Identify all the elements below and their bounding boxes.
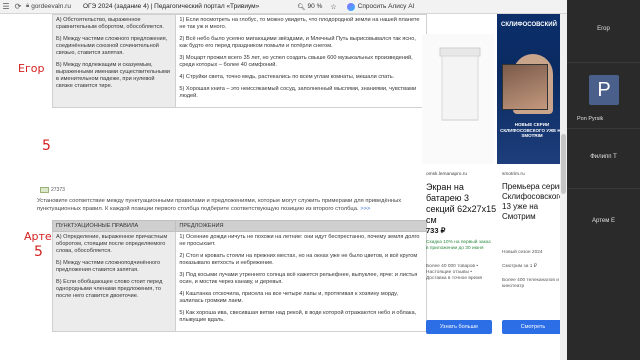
ad1-button[interactable]: Узнать больше — [426, 320, 492, 334]
ad2-line1: Новый сезон 2024 — [502, 250, 543, 255]
alice-icon — [346, 2, 355, 11]
rule-a: А) Обстоятельство, выраженное сравнитель… — [56, 17, 164, 30]
ad2-line3: Более 400 телеканалов и кинотеатр — [502, 278, 559, 289]
reload-icon[interactable]: ⟳ — [12, 1, 24, 13]
task-number-icon — [40, 187, 49, 193]
ad2-button[interactable]: Смотреть — [502, 320, 564, 334]
participant-name: Артем Е — [591, 218, 616, 224]
sentence-1: 1) Если посмотреть на глобус, то можно у… — [179, 17, 420, 30]
page-title: ОГЭ 2024 (задание 4) | Педагогический по… — [82, 3, 260, 10]
scrollbar-thumb[interactable] — [561, 134, 566, 194]
rule-c: В) Между подлежащим и сказуемым, выражен… — [56, 62, 170, 89]
sentence-2: 2) Стол и кровать стояли на прежних мест… — [179, 253, 418, 266]
sentence-1: 1) Осенние дожди ничуть не похожи на лет… — [179, 234, 420, 247]
rule-c: В) Если обобщающее слово стоит перед одн… — [56, 279, 163, 299]
ad1-bonus: Более 40 000 товаров • Настоящие отзывы … — [426, 264, 483, 281]
page-scrollbar[interactable] — [560, 14, 567, 360]
avatar-initial: P — [597, 78, 611, 101]
domain-text: gordeevaln.ru — [31, 3, 71, 10]
alice-label: Спросить Алису AI — [357, 3, 415, 10]
participant-name: Егор — [597, 26, 610, 32]
bookmark-icon[interactable]: ☆ — [330, 3, 336, 11]
presenter-thumbnail — [502, 64, 548, 110]
table-header-row: ПУНКТУАЦИОННЫЕ ПРАВИЛА ПРЕДЛОЖЕНИЯ — [51, 220, 427, 232]
task1-table: А) Обстоятельство, выраженное сравнитель… — [51, 14, 427, 108]
sentence-5: 5) Хорошая книга – это неиссякаемый сосу… — [179, 86, 417, 99]
ad1-title[interactable]: Экран на батарею 3 секций 62x27x15 см — [426, 182, 498, 226]
lock-icon: 🔒︎ — [26, 3, 30, 9]
page: Егор 5 Артем 5 А) Обстоятельство, выраже… — [0, 14, 567, 360]
menu-icon[interactable]: ☰ — [0, 1, 12, 13]
ad1-source[interactable]: omsk.lemanapro.ru — [426, 172, 467, 177]
avatar: P — [589, 75, 619, 105]
ad2-title[interactable]: Премьера серии Склифосовского 13 уже на … — [502, 182, 565, 234]
divider — [567, 128, 640, 129]
ad2-line2: Смотрим за 1 ₽ — [502, 264, 537, 269]
ad1-promo: Скидка 10% на первый заказ в приложении … — [426, 240, 491, 251]
alice-button[interactable]: Спросить Алису AI — [346, 2, 415, 11]
ad1-price: 733 ₽ — [426, 226, 446, 235]
rule-b: Б) Между частями сложноподчинённого пред… — [56, 260, 161, 273]
header-rules: ПУНКТУАЦИОННЫЕ ПРАВИЛА — [51, 220, 177, 232]
sentence-4: 4) Струйки света, точно медь, растекалис… — [179, 74, 395, 80]
rule-b: Б) Между частями сложного предложения, с… — [56, 36, 168, 56]
participant-name: Pon Pyrsik — [577, 116, 604, 122]
task-number-text: 27373 — [51, 187, 65, 193]
task-instruction: Установите соответствие между пунктуацио… — [37, 198, 409, 213]
zoom-value: 90 % — [307, 3, 323, 10]
task2-table: ПУНКТУАЦИОННЫЕ ПРАВИЛА ПРЕДЛОЖЕНИЯ А) Оп… — [51, 220, 427, 332]
video-panel: Егор P Pon Pyrsik Филипп Т Артем Е — [567, 0, 640, 360]
rules-column: А) Определение, выраженное причастным об… — [51, 231, 177, 332]
zoom-indicator[interactable]: 🔍︎ 90 % — [297, 3, 322, 11]
instruction-text: Установите соответствие между пунктуацио… — [37, 198, 402, 212]
ad2-banner-bottom: НОВЫЕ СЕРИИ СКЛИФОСОВСКОГО УЖЕ НА SMOTRI… — [500, 122, 564, 138]
header-sentences: ПРЕДЛОЖЕНИЯ — [175, 220, 427, 232]
sentence-5: 5) Как хороша ива, свесившая ветви над р… — [179, 310, 417, 323]
rule-a: А) Определение, выраженное причастным об… — [56, 234, 168, 254]
sentence-2: 2) Всё небо было усеяно мигающими звёзда… — [179, 36, 416, 49]
divider — [567, 62, 640, 63]
zoom-icon: 🔍︎ — [297, 3, 306, 11]
ad1-image[interactable] — [422, 34, 494, 164]
task-number: 27373 — [40, 187, 65, 193]
sentence-3: 3) Моцарт прожил всего 35 лет, но успел … — [179, 55, 413, 68]
main-content: А) Обстоятельство, выраженное сравнитель… — [35, 14, 427, 360]
table-row: А) Определение, выраженное причастным об… — [51, 231, 427, 332]
address-bar[interactable]: 🔒︎ gordeevaln.ru — [26, 3, 71, 10]
ad2-source[interactable]: smotrim.ru — [502, 172, 525, 177]
participant-name: Филипп Т — [590, 154, 617, 160]
sentence-3: 3) Под косыми лучами утреннего солнца вс… — [179, 272, 418, 285]
sentences-column: 1) Если посмотреть на глобус, то можно у… — [175, 14, 427, 108]
instruction-link[interactable]: >>> — [360, 206, 370, 212]
screen: { "browser": { "domain": "gordeevaln.ru"… — [0, 0, 640, 360]
divider — [567, 188, 640, 189]
table-row: А) Обстоятельство, выраженное сравнитель… — [51, 14, 427, 108]
rules-column: А) Обстоятельство, выраженное сравнитель… — [51, 14, 177, 108]
browser-toolbar: ☰ ⟳ 🔒︎ gordeevaln.ru ОГЭ 2024 (задание 4… — [0, 0, 567, 14]
sentence-4: 4) Каштанка отскочила, присела на все че… — [179, 291, 398, 304]
radiator-screen-illustration — [439, 47, 481, 121]
sentences-column: 1) Осенние дожди ничуть не похожи на лет… — [175, 231, 427, 332]
ad2-banner-top: СКЛИФОСОВСКИЙ — [501, 22, 557, 28]
